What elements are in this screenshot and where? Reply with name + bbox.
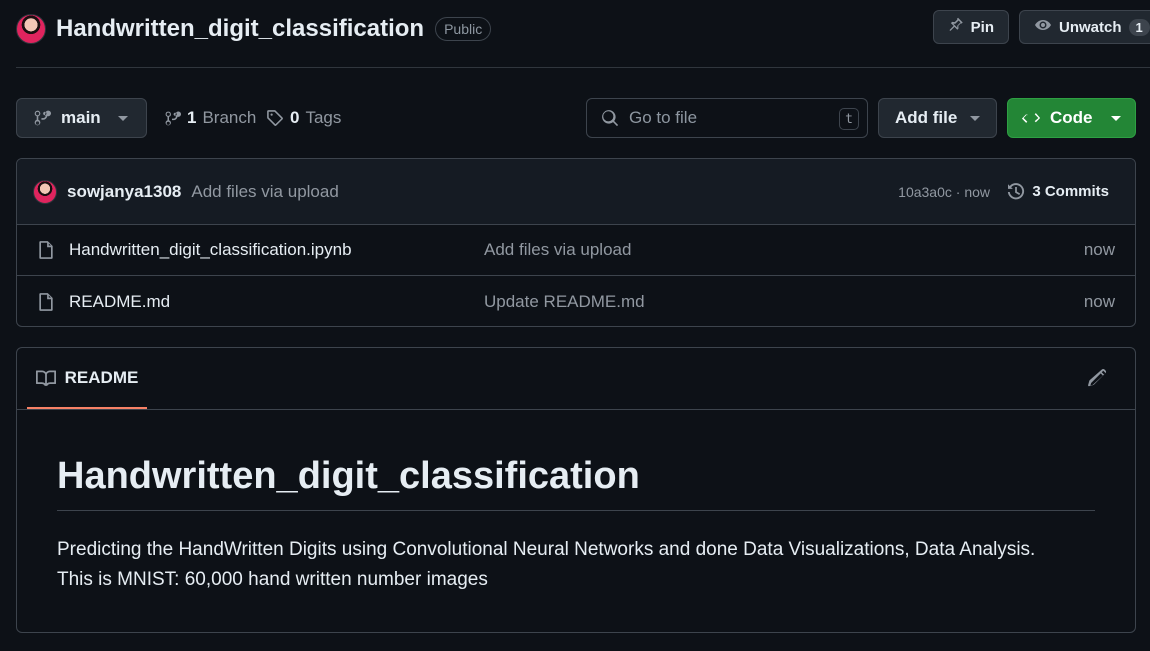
search-icon xyxy=(601,109,619,127)
file-commit-time: now xyxy=(1083,291,1115,311)
code-button[interactable]: Code xyxy=(1007,98,1136,138)
branch-selector[interactable]: main xyxy=(16,98,147,138)
pin-button[interactable]: Pin xyxy=(932,10,1009,44)
chevron-down-icon xyxy=(970,116,980,121)
pin-label: Pin xyxy=(970,18,994,36)
commit-message[interactable]: Add files via upload xyxy=(191,182,338,202)
repo-header: Handwritten_digit_classification Public … xyxy=(16,10,1150,48)
readme-content: Handwritten_digit_classification Predict… xyxy=(17,454,1135,595)
code-icon xyxy=(1022,109,1040,127)
header-divider xyxy=(16,67,1150,68)
file-row[interactable]: README.md Update README.md now xyxy=(17,276,1135,326)
repo-toolbar: main 1 Branch 0 Tags Go to file t Add fi… xyxy=(16,98,1136,138)
go-to-file-input[interactable]: Go to file t xyxy=(586,98,868,138)
readme-panel: README Handwritten_digit_classification … xyxy=(16,347,1136,633)
readme-heading: Handwritten_digit_classification xyxy=(57,454,1095,511)
header-actions: Pin Unwatch 1 xyxy=(932,10,1150,44)
file-commit-message[interactable]: Update README.md xyxy=(484,292,645,312)
readme-paragraph: Predicting the HandWritten Digits using … xyxy=(57,535,1095,595)
history-icon xyxy=(1006,182,1026,202)
git-branch-icon xyxy=(164,110,181,127)
eye-icon xyxy=(1034,17,1052,37)
file-icon xyxy=(37,240,55,260)
tag-label: Tags xyxy=(305,108,342,127)
file-row[interactable]: Handwritten_digit_classification.ipynb A… xyxy=(17,225,1135,276)
branch-name: main xyxy=(61,108,101,127)
commits-link[interactable]: 3 Commits xyxy=(1006,182,1109,202)
owner-avatar[interactable] xyxy=(16,14,46,44)
pin-icon xyxy=(948,17,964,37)
visibility-badge: Public xyxy=(435,17,492,41)
keyboard-shortcut-hint: t xyxy=(839,108,859,130)
watch-count: 1 xyxy=(1128,18,1150,36)
branch-count: 1 xyxy=(187,108,197,127)
search-placeholder: Go to file xyxy=(629,108,698,127)
commits-label: 3 Commits xyxy=(1032,183,1109,200)
unwatch-button[interactable]: Unwatch 1 xyxy=(1019,10,1150,44)
readme-header: README xyxy=(17,348,1135,410)
latest-commit-row: sowjanya1308 Add files via upload 10a3a0… xyxy=(17,159,1135,225)
readme-line-2: This is MNIST: 60,000 hand written numbe… xyxy=(57,569,488,590)
add-file-label: Add file xyxy=(895,108,958,127)
unwatch-label: Unwatch xyxy=(1059,18,1122,36)
pencil-icon xyxy=(1087,368,1107,388)
tab-readme[interactable]: README xyxy=(27,348,147,409)
file-commit-time: now xyxy=(1083,240,1115,259)
edit-file-button[interactable] xyxy=(1087,368,1107,388)
repo-name[interactable]: Handwritten_digit_classification xyxy=(56,15,424,43)
tag-count: 0 xyxy=(290,108,300,127)
author-avatar[interactable] xyxy=(33,179,57,204)
file-name[interactable]: Handwritten_digit_classification.ipynb xyxy=(69,240,352,260)
repo-page: Handwritten_digit_classification Public … xyxy=(0,0,1150,651)
git-branch-icon xyxy=(33,109,51,127)
chevron-down-icon xyxy=(118,116,128,121)
file-commit-message[interactable]: Add files via upload xyxy=(484,240,631,260)
readme-tab-label: README xyxy=(64,367,139,387)
tag-icon xyxy=(266,109,284,127)
add-file-button[interactable]: Add file xyxy=(878,98,997,138)
file-table: sowjanya1308 Add files via upload 10a3a0… xyxy=(16,158,1136,327)
branches-link[interactable]: 1 Branch xyxy=(164,98,256,138)
chevron-down-icon xyxy=(1111,116,1121,121)
book-icon xyxy=(35,369,56,387)
file-name[interactable]: README.md xyxy=(69,292,170,312)
branch-label: Branch xyxy=(202,108,257,127)
tags-link[interactable]: 0 Tags xyxy=(266,98,341,138)
readme-line-1: Predicting the HandWritten Digits using … xyxy=(57,539,1036,560)
file-icon xyxy=(37,292,55,312)
commit-author[interactable]: sowjanya1308 xyxy=(67,182,181,202)
code-label: Code xyxy=(1050,108,1093,127)
commit-hash-time[interactable]: 10a3a0c · now xyxy=(898,184,990,200)
